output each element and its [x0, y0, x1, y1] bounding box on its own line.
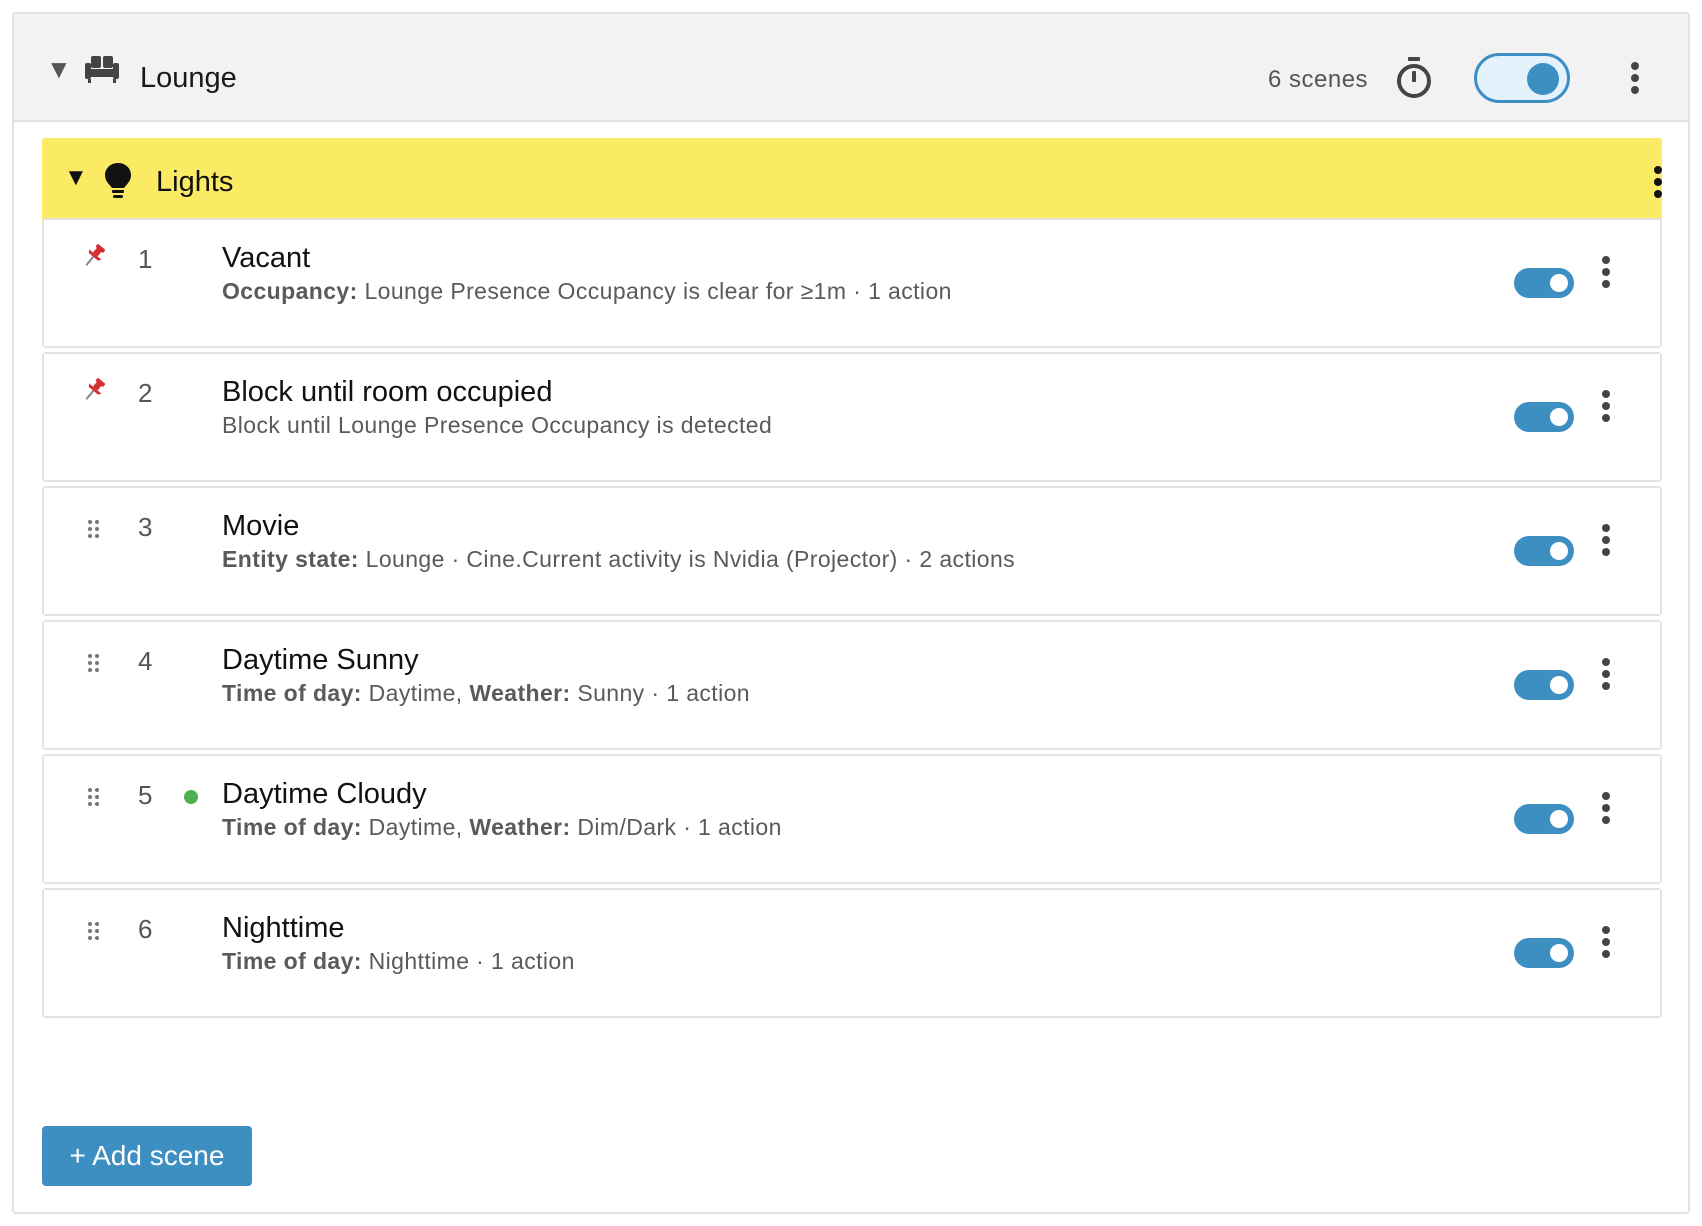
- scene-enable-toggle[interactable]: [1514, 402, 1574, 432]
- scene-enable-toggle[interactable]: [1514, 268, 1574, 298]
- scene-enable-toggle[interactable]: [1514, 536, 1574, 566]
- scene-more-menu-icon[interactable]: [1601, 524, 1611, 560]
- scene-row[interactable]: 1 Vacant Occupancy: Lounge Presence Occupa…: [42, 218, 1662, 348]
- scene-row[interactable]: 5 Daytime Cloudy Time of day: Daytime, Wea…: [42, 754, 1662, 884]
- scene-description: Time of day: Daytime, Weather: Dim/Dark …: [222, 814, 782, 841]
- scene-row[interactable]: 4 Daytime Sunny Time of day: Daytime, Weat…: [42, 620, 1662, 750]
- group-more-menu-icon[interactable]: [1653, 166, 1663, 202]
- scene-more-menu-icon[interactable]: [1601, 658, 1611, 694]
- toggle-knob: [1550, 676, 1568, 694]
- condition-label: Weather:: [469, 814, 571, 840]
- scene-name: Vacant: [222, 242, 311, 274]
- scene-more-menu-icon[interactable]: [1601, 390, 1611, 426]
- toggle-knob: [1550, 274, 1568, 292]
- condition-text: Lounge Presence Occupancy is clear for ≥…: [357, 278, 952, 304]
- condition-label: Time of day:: [222, 680, 362, 706]
- scene-more-menu-icon[interactable]: [1601, 256, 1611, 292]
- scene-description: Entity state: Lounge · Cine.Current acti…: [222, 546, 1015, 573]
- group-header-lights[interactable]: ▼ Lights: [42, 138, 1662, 224]
- condition-label: Weather:: [469, 680, 571, 706]
- scene-number: 2: [138, 378, 153, 408]
- scene-name: Daytime Cloudy: [222, 778, 427, 810]
- scene-enable-toggle[interactable]: [1514, 670, 1574, 700]
- group-title: Lights: [156, 166, 234, 198]
- condition-text: Daytime,: [361, 814, 470, 840]
- condition-text: Sunny · 1 action: [570, 680, 750, 706]
- pin-icon[interactable]: [80, 376, 108, 404]
- condition-label: Time of day:: [222, 948, 362, 974]
- collapse-caret-icon[interactable]: ▼: [64, 166, 88, 190]
- scene-row[interactable]: 6 Nighttime Time of day: Nighttime · 1 act…: [42, 888, 1662, 1018]
- scene-name: Daytime Sunny: [222, 644, 419, 676]
- scene-name: Movie: [222, 510, 300, 542]
- condition-text: Daytime,: [361, 680, 470, 706]
- active-indicator: [184, 790, 198, 804]
- condition-label: Occupancy:: [222, 278, 358, 304]
- room-enable-toggle[interactable]: [1474, 53, 1570, 103]
- scene-name: Nighttime: [222, 912, 345, 944]
- lightbulb-icon: [105, 163, 131, 198]
- toggle-knob: [1527, 63, 1559, 95]
- scene-enable-toggle[interactable]: [1514, 804, 1574, 834]
- toggle-knob: [1550, 408, 1568, 426]
- condition-label: Entity state:: [222, 546, 359, 572]
- room-title: Lounge: [140, 62, 237, 94]
- scene-row[interactable]: 2 Block until room occupied Block until Lo…: [42, 352, 1662, 482]
- toggle-knob: [1550, 542, 1568, 560]
- sofa-icon: [85, 56, 119, 83]
- scene-number: 4: [138, 646, 153, 676]
- condition-text: Block until Lounge Presence Occupancy is…: [222, 412, 773, 438]
- scene-count: 6 scenes: [1268, 66, 1369, 93]
- scene-description: Time of day: Nighttime · 1 action: [222, 948, 575, 975]
- scene-number: 3: [138, 512, 153, 542]
- add-scene-button[interactable]: + Add scene: [42, 1126, 252, 1186]
- scene-name: Block until room occupied: [222, 376, 553, 408]
- scene-description: Block until Lounge Presence Occupancy is…: [222, 412, 772, 439]
- room-header[interactable]: ▼ Lounge 6 scenes: [14, 14, 1688, 122]
- scene-more-menu-icon[interactable]: [1601, 792, 1611, 828]
- room-more-menu-icon[interactable]: [1630, 62, 1640, 98]
- collapse-caret-icon[interactable]: ▼: [46, 56, 72, 82]
- condition-text: Lounge · Cine.Current activity is Nvidia…: [358, 546, 1016, 572]
- scene-number: 6: [138, 914, 153, 944]
- room-card: ▼ Lounge 6 scenes ▼ Lights 1 Vacant Occu…: [12, 12, 1690, 1214]
- condition-text: Nighttime · 1 action: [361, 948, 575, 974]
- toggle-knob: [1550, 944, 1568, 962]
- scene-number: 5: [138, 780, 153, 810]
- pin-icon[interactable]: [80, 242, 108, 270]
- timer-icon[interactable]: [1394, 56, 1434, 100]
- scene-number: 1: [138, 244, 153, 274]
- scene-enable-toggle[interactable]: [1514, 938, 1574, 968]
- scene-row[interactable]: 3 Movie Entity state: Lounge · Cine.Curren…: [42, 486, 1662, 616]
- scene-description: Time of day: Daytime, Weather: Sunny · 1…: [222, 680, 750, 707]
- toggle-knob: [1550, 810, 1568, 828]
- scene-description: Occupancy: Lounge Presence Occupancy is …: [222, 278, 952, 305]
- condition-label: Time of day:: [222, 814, 362, 840]
- condition-text: Dim/Dark · 1 action: [570, 814, 782, 840]
- scene-more-menu-icon[interactable]: [1601, 926, 1611, 962]
